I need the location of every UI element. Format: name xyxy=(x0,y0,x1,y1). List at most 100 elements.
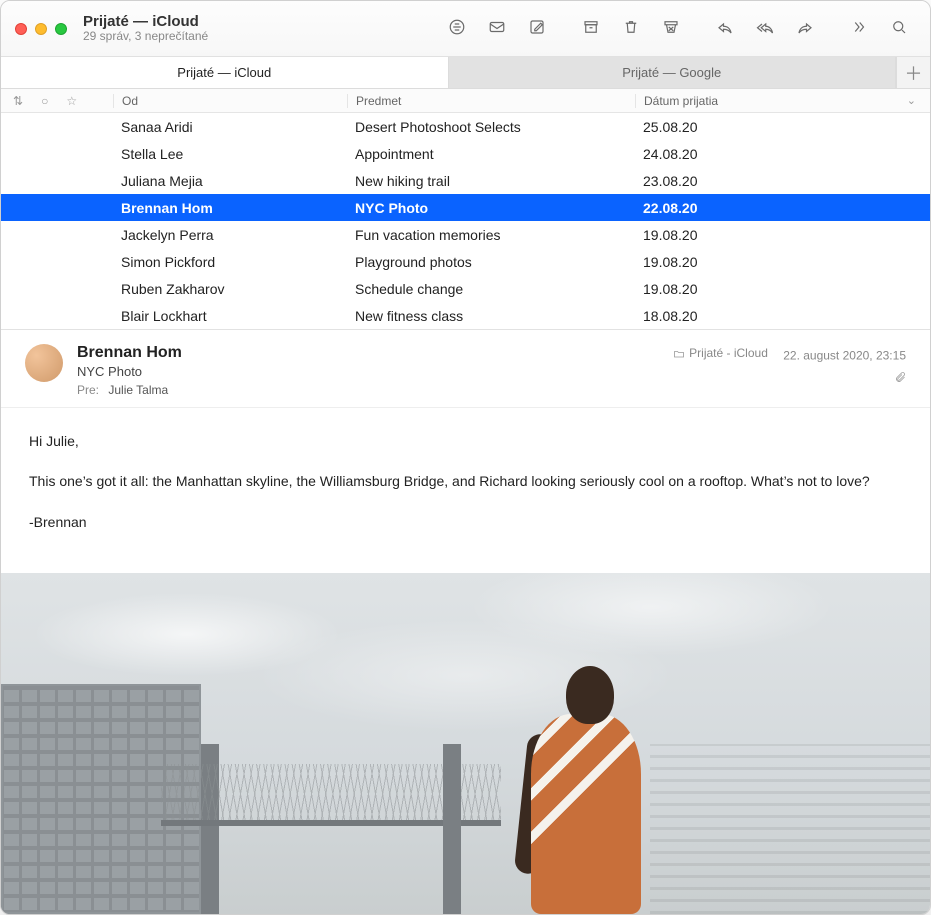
tab-icloud[interactable]: Prijaté — iCloud xyxy=(1,57,449,88)
window-title: Prijaté — iCloud xyxy=(83,13,263,30)
preview-from: Brennan Hom xyxy=(77,344,659,362)
preview-to: Pre: Julie Talma xyxy=(77,383,659,397)
attachment-indicator[interactable] xyxy=(673,370,906,389)
envelope-icon xyxy=(488,18,506,39)
body-greeting: Hi Julie, xyxy=(29,430,902,452)
preview-header: Brennan Hom NYC Photo Pre: Julie Talma P… xyxy=(1,330,930,408)
row-subject: Fun vacation memories xyxy=(347,227,635,243)
row-subject: New hiking trail xyxy=(347,173,635,189)
message-row[interactable]: Ruben ZakharovSchedule change19.08.20 xyxy=(1,275,930,302)
column-date-label: Dátum prijatia xyxy=(644,94,718,108)
junk-icon xyxy=(662,18,680,39)
reply-all-button[interactable] xyxy=(748,16,782,42)
row-from: Brennan Hom xyxy=(113,200,347,216)
zoom-window-button[interactable] xyxy=(55,23,67,35)
mark-read-button[interactable] xyxy=(480,16,514,42)
titlebar: Prijaté — iCloud 29 správ, 3 neprečítané xyxy=(1,1,930,57)
row-from: Sanaa Aridi xyxy=(113,119,347,135)
mailbox-tabs: Prijaté — iCloud Prijaté — Google ＋ xyxy=(1,57,930,89)
column-date[interactable]: Dátum prijatia ⌄ xyxy=(635,94,930,108)
row-subject: Appointment xyxy=(347,146,635,162)
message-row[interactable]: Blair LockhartNew fitness class18.08.20 xyxy=(1,302,930,329)
window-controls xyxy=(15,23,67,35)
preview-datetime: 22. august 2020, 23:15 xyxy=(783,349,906,363)
to-label: Pre: xyxy=(77,383,99,397)
column-headers: ⇅ ○ ☆ Od Predmet Dátum prijatia ⌄ xyxy=(1,89,930,113)
reply-button[interactable] xyxy=(708,16,742,42)
chevron-down-icon: ⌄ xyxy=(907,94,916,107)
mail-window: Prijaté — iCloud 29 správ, 3 neprečítané xyxy=(0,0,931,915)
preview-pane: Brennan Hom NYC Photo Pre: Julie Talma P… xyxy=(1,329,930,914)
search-button[interactable] xyxy=(882,16,916,42)
folder-icon xyxy=(673,348,685,360)
row-subject: Schedule change xyxy=(347,281,635,297)
tab-google[interactable]: Prijaté — Google xyxy=(449,57,897,88)
folder-label: Prijaté - iCloud xyxy=(689,344,768,363)
preview-folder[interactable]: Prijaté - iCloud xyxy=(673,344,768,363)
forward-button[interactable] xyxy=(788,16,822,42)
more-button[interactable] xyxy=(842,16,876,42)
row-subject: Playground photos xyxy=(347,254,635,270)
row-subject: New fitness class xyxy=(347,308,635,324)
row-from: Ruben Zakharov xyxy=(113,281,347,297)
message-row[interactable]: Jackelyn PerraFun vacation memories19.08… xyxy=(1,221,930,248)
tab-label: Prijaté — iCloud xyxy=(177,65,271,80)
message-row[interactable]: Sanaa AridiDesert Photoshoot Selects25.0… xyxy=(1,113,930,140)
row-subject: Desert Photoshoot Selects xyxy=(347,119,635,135)
junk-button[interactable] xyxy=(654,16,688,42)
row-date: 19.08.20 xyxy=(635,227,930,243)
tab-label: Prijaté — Google xyxy=(622,65,721,80)
close-window-button[interactable] xyxy=(15,23,27,35)
plus-icon: ＋ xyxy=(905,60,923,86)
trash-icon xyxy=(622,18,640,39)
row-date: 25.08.20 xyxy=(635,119,930,135)
row-date: 18.08.20 xyxy=(635,308,930,324)
search-icon xyxy=(890,18,908,39)
preview-meta: Prijaté - iCloud 22. august 2020, 23:15 xyxy=(673,344,906,397)
forward-icon xyxy=(796,18,814,39)
toolbar xyxy=(263,16,916,42)
row-date: 23.08.20 xyxy=(635,173,930,189)
archive-button[interactable] xyxy=(574,16,608,42)
to-name[interactable]: Julie Talma xyxy=(108,383,168,397)
compose-button[interactable] xyxy=(520,16,554,42)
sort-icon[interactable]: ⇅ xyxy=(13,94,23,108)
column-subject[interactable]: Predmet xyxy=(347,94,635,108)
window-subtitle: 29 správ, 3 neprečítané xyxy=(83,30,263,44)
paperclip-icon xyxy=(894,371,906,383)
chevrons-icon xyxy=(850,18,868,39)
preview-subject: NYC Photo xyxy=(77,364,659,379)
message-row[interactable]: Stella LeeAppointment24.08.20 xyxy=(1,140,930,167)
row-subject: NYC Photo xyxy=(347,200,635,216)
flag-col-icon[interactable]: ☆ xyxy=(66,94,77,108)
row-from: Juliana Mejia xyxy=(113,173,347,189)
row-from: Blair Lockhart xyxy=(113,308,347,324)
row-date: 24.08.20 xyxy=(635,146,930,162)
delete-button[interactable] xyxy=(614,16,648,42)
row-from: Stella Lee xyxy=(113,146,347,162)
filter-icon xyxy=(448,18,466,39)
compose-icon xyxy=(528,18,546,39)
row-date: 19.08.20 xyxy=(635,281,930,297)
row-date: 22.08.20 xyxy=(635,200,930,216)
preview-body: Hi Julie, This one’s got it all: the Man… xyxy=(1,408,930,573)
title-block: Prijaté — iCloud 29 správ, 3 neprečítané xyxy=(83,13,263,44)
row-from: Simon Pickford xyxy=(113,254,347,270)
message-list[interactable]: Sanaa AridiDesert Photoshoot Selects25.0… xyxy=(1,113,930,329)
new-tab-button[interactable]: ＋ xyxy=(896,57,930,88)
avatar[interactable] xyxy=(25,344,63,382)
row-date: 19.08.20 xyxy=(635,254,930,270)
message-row[interactable]: Simon PickfordPlayground photos19.08.20 xyxy=(1,248,930,275)
attachment-image[interactable] xyxy=(1,573,930,914)
body-signature: -Brennan xyxy=(29,511,902,533)
column-from[interactable]: Od xyxy=(113,94,347,108)
unread-col-icon[interactable]: ○ xyxy=(41,94,48,108)
reply-all-icon xyxy=(756,18,774,39)
row-from: Jackelyn Perra xyxy=(113,227,347,243)
filter-button[interactable] xyxy=(440,16,474,42)
archive-icon xyxy=(582,18,600,39)
minimize-window-button[interactable] xyxy=(35,23,47,35)
reply-icon xyxy=(716,18,734,39)
message-row[interactable]: Brennan HomNYC Photo22.08.20 xyxy=(1,194,930,221)
message-row[interactable]: Juliana MejiaNew hiking trail23.08.20 xyxy=(1,167,930,194)
